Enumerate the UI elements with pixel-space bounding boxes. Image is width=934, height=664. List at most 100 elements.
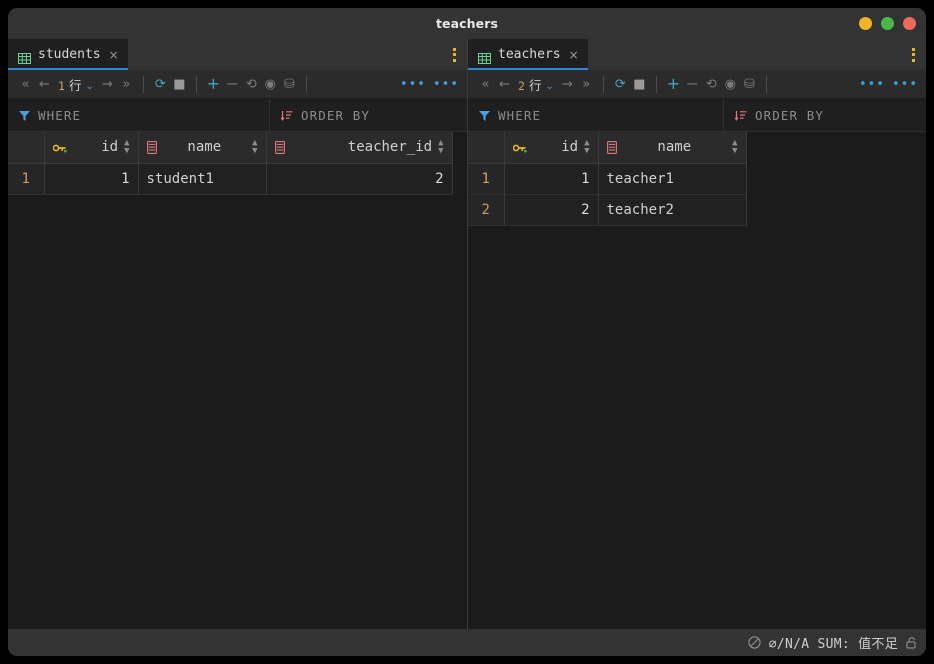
column-icon [606, 140, 617, 154]
data-table: id ▲ ▼ [8, 132, 453, 195]
prev-page-button[interactable]: ← [495, 73, 514, 95]
toolbar-divider [602, 75, 604, 93]
last-page-button[interactable]: » [577, 73, 596, 95]
toolbar-divider [142, 75, 144, 93]
sort-icon [280, 106, 293, 125]
where-label: WHERE [38, 107, 82, 123]
overflow-icon-1[interactable]: ••• [400, 78, 426, 91]
aggregate-stats: ⌀/N/A SUM: 值不足 [768, 637, 898, 652]
more-options-icon[interactable] [445, 39, 467, 70]
tab-students[interactable]: students × [8, 39, 128, 70]
stop-icon[interactable]: ■ [170, 73, 189, 95]
prev-page-button[interactable]: ← [35, 73, 54, 95]
tab-label: students [38, 47, 101, 62]
overflow-icon-2[interactable]: ••• [433, 78, 459, 91]
order-by-input[interactable]: ORDER BY [724, 99, 926, 131]
add-row-icon[interactable]: + [204, 73, 223, 95]
first-page-button[interactable]: « [16, 73, 35, 95]
row-number: 1 [468, 163, 505, 195]
cell-id[interactable]: 1 [44, 163, 139, 195]
overflow-icon-2[interactable]: ••• [892, 78, 918, 91]
cell-name[interactable]: teacher1 [598, 163, 747, 195]
column-name: teacher_id [347, 139, 433, 156]
filter-icon [479, 106, 490, 125]
refresh-icon[interactable]: ⟳ [151, 73, 170, 95]
toolbar-overflow[interactable]: ••• ••• [400, 78, 461, 91]
last-page-button[interactable]: » [117, 73, 136, 95]
cell-name[interactable]: student1 [138, 163, 267, 195]
chevron-down-icon[interactable]: ⌄ [85, 81, 93, 92]
sort-indicator-icon[interactable]: ▲ ▼ [252, 139, 257, 156]
sort-indicator-icon[interactable]: ▲ ▼ [438, 139, 443, 156]
primary-key-icon [52, 142, 67, 153]
toolbar-divider [765, 75, 767, 93]
editor-split: students × « ← 1 行 ⌄ → » ⟳ ■ + − ⟲ ◉ ⛁ •… [8, 39, 926, 629]
data-table: id ▲ ▼ [468, 132, 747, 226]
delete-row-icon[interactable]: − [223, 73, 242, 95]
cell-name[interactable]: teacher2 [598, 194, 747, 226]
row-count-unit: 行 [68, 77, 82, 93]
row-count-selector[interactable]: 2 行 ⌄ [514, 75, 558, 94]
close-button[interactable] [903, 17, 916, 30]
save-icon[interactable]: ⛁ [740, 73, 759, 95]
chevron-down-icon[interactable]: ⌄ [545, 81, 553, 92]
results-grid-right[interactable]: id ▲ ▼ name ▲ ▼ 1 1 teacher1 2 2 teacher… [468, 132, 926, 629]
header-row: id ▲ ▼ [8, 132, 453, 164]
revert-icon[interactable]: ⟲ [242, 73, 261, 95]
column-name: name [657, 139, 692, 156]
column-name: id [561, 139, 579, 156]
minimize-button[interactable] [859, 17, 872, 30]
order-by-label: ORDER BY [301, 107, 371, 123]
results-grid-left[interactable]: id ▲ ▼ name ▲ ▼ teacher_id ▲ ▼ 1 1 stude… [8, 132, 467, 629]
row-count-unit: 行 [528, 77, 542, 93]
column-header-id[interactable]: id ▲ ▼ [504, 132, 599, 164]
close-icon[interactable]: × [568, 49, 579, 61]
view-value-icon[interactable]: ◉ [261, 73, 280, 95]
column-header-name[interactable]: name ▲ ▼ [598, 132, 747, 164]
tab-strip-filler [588, 39, 904, 70]
column-header-teacher-id[interactable]: teacher_id ▲ ▼ [266, 132, 453, 164]
sort-indicator-icon[interactable]: ▲ ▼ [584, 139, 589, 156]
cell-teacher-id[interactable]: 2 [266, 163, 453, 195]
view-value-icon[interactable]: ◉ [721, 73, 740, 95]
next-page-button[interactable]: → [98, 73, 117, 95]
revert-icon[interactable]: ⟲ [702, 73, 721, 95]
order-by-input[interactable]: ORDER BY [270, 99, 467, 131]
tab-teachers[interactable]: teachers × [468, 39, 588, 70]
refresh-icon[interactable]: ⟳ [611, 73, 630, 95]
where-filter-input[interactable]: WHERE [8, 99, 270, 131]
app-window: teachers students × « ← 1 行 ⌄ → » ⟳ ■ + … [8, 8, 926, 656]
table-header: id ▲ ▼ [468, 132, 747, 164]
delete-row-icon[interactable]: − [683, 73, 702, 95]
stop-icon[interactable]: ■ [630, 73, 649, 95]
sort-indicator-icon[interactable]: ▲ ▼ [124, 139, 129, 156]
sort-indicator-icon[interactable]: ▲ ▼ [732, 139, 737, 156]
row-count-selector[interactable]: 1 行 ⌄ [54, 75, 98, 94]
table-row[interactable]: 1 1 student1 2 [8, 163, 453, 195]
toolbar-divider [655, 75, 657, 93]
column-header-id[interactable]: id ▲ ▼ [44, 132, 139, 164]
more-options-icon[interactable] [904, 39, 926, 70]
toolbar-divider [305, 75, 307, 93]
save-icon[interactable]: ⛁ [280, 73, 299, 95]
no-value-circle-icon [748, 636, 761, 649]
where-filter-input[interactable]: WHERE [468, 99, 724, 131]
column-header-name[interactable]: name ▲ ▼ [138, 132, 267, 164]
overflow-icon-1[interactable]: ••• [859, 78, 885, 91]
maximize-button[interactable] [881, 17, 894, 30]
cell-id[interactable]: 2 [504, 194, 599, 226]
table-row[interactable]: 2 2 teacher2 [468, 194, 747, 226]
cell-id[interactable]: 1 [504, 163, 599, 195]
tab-strip-filler [128, 39, 445, 70]
primary-key-icon [512, 142, 527, 153]
table-body: 1 1 student1 2 [8, 163, 453, 195]
first-page-button[interactable]: « [476, 73, 495, 95]
next-page-button[interactable]: → [558, 73, 577, 95]
close-icon[interactable]: × [108, 49, 119, 61]
toolbar-divider [195, 75, 197, 93]
toolbar-overflow[interactable]: ••• ••• [859, 78, 920, 91]
table-row[interactable]: 1 1 teacher1 [468, 163, 747, 195]
unlocked-icon[interactable] [906, 636, 918, 649]
add-row-icon[interactable]: + [664, 73, 683, 95]
pane-students: students × « ← 1 行 ⌄ → » ⟳ ■ + − ⟲ ◉ ⛁ •… [8, 39, 467, 629]
